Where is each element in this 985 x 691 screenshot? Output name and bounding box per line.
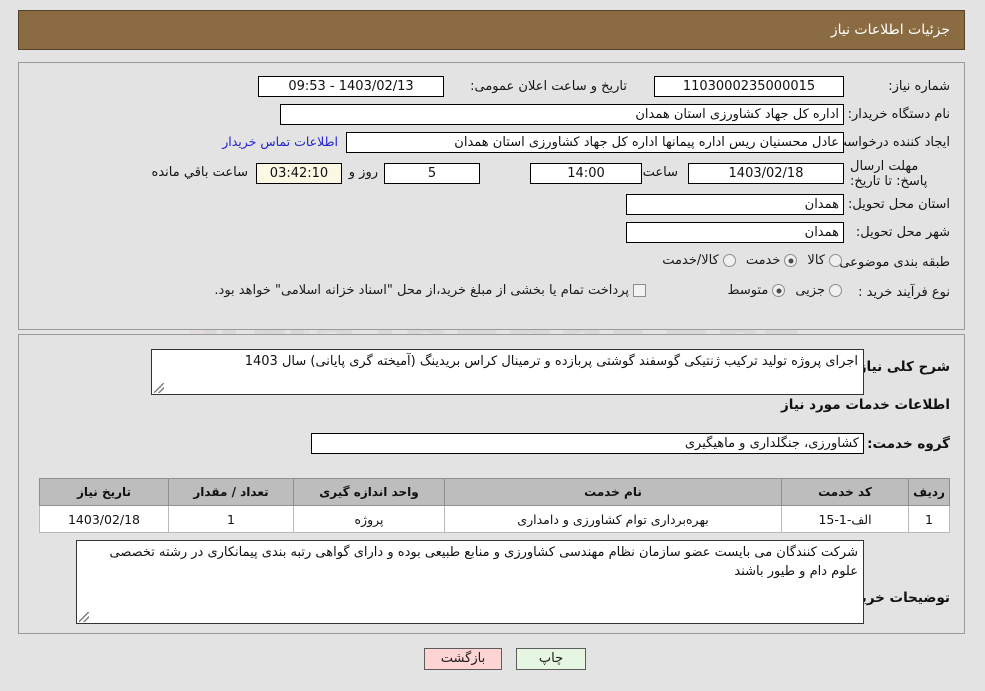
radio-process-0[interactable] — [829, 284, 842, 297]
col-header-name: نام خدمت — [444, 478, 782, 506]
page-header: جزئیات اطلاعات نیاز — [18, 10, 965, 50]
radio-category-0[interactable] — [829, 254, 842, 267]
need-number-value: 1103000235000015 — [654, 76, 844, 97]
services-panel: شرح کلی نیاز: اجرای پروژه تولید ترکیب ژن… — [18, 334, 965, 634]
days-separator-label: روز و — [348, 165, 378, 180]
radio-category-0-label: کالا — [807, 253, 825, 268]
cell-date: 1403/02/18 — [39, 505, 169, 533]
radio-category-2-label: کالا/خدمت — [662, 253, 719, 268]
need-info-panel: شماره نیاز: 1103000235000015 تاریخ و ساع… — [18, 62, 965, 330]
buyer-org-value: اداره کل جهاد کشاورزی استان همدان — [280, 104, 844, 125]
summary-textarea[interactable]: اجرای پروژه تولید ترکیب ژنتیکی گوسفند گو… — [151, 349, 864, 395]
summary-label: شرح کلی نیاز: — [853, 359, 950, 375]
remaining-time-label: ساعت باقي مانده — [151, 165, 248, 180]
category-label: طبقه بندی موضوعی: — [834, 255, 950, 270]
days-remaining: 5 — [384, 163, 480, 184]
treasury-text: پرداخت تمام یا بخشی از مبلغ خرید،از محل … — [214, 283, 629, 298]
service-group-value: کشاورزی، جنگلداری و ماهیگیری — [311, 433, 864, 454]
resize-grip-icon[interactable] — [154, 383, 164, 393]
time-label: ساعت — [642, 165, 678, 180]
countdown-timer: 03:42:10 — [256, 163, 342, 184]
deadline-label: مهلت ارسال پاسخ: تا تاریخ: — [850, 159, 928, 189]
resize-grip-icon-notes[interactable] — [79, 612, 89, 622]
radio-category-1[interactable] — [784, 254, 798, 267]
process-label: نوع فرآیند خرید : — [858, 285, 950, 300]
print-button[interactable]: چاپ — [516, 648, 586, 670]
cell-index: 1 — [908, 505, 950, 533]
cell-unit: پروژه — [293, 505, 445, 533]
radio-process-1[interactable] — [772, 284, 786, 297]
summary-text: اجرای پروژه تولید ترکیب ژنتیکی گوسفند گو… — [244, 354, 858, 369]
cell-qty: 1 — [168, 505, 294, 533]
cell-code: الف-1-15 — [781, 505, 909, 533]
table-row: 1 الف-1-15 بهره‌برداری توام کشاورزی و دا… — [39, 505, 950, 533]
treasury-checkbox[interactable] — [633, 284, 646, 297]
buyer-notes-textarea[interactable]: شرکت کنندگان می بایست عضو سازمان نظام مه… — [76, 540, 864, 624]
need-number-label: شماره نیاز: — [888, 79, 950, 94]
province-value: همدان — [626, 194, 844, 215]
back-button[interactable]: بازگشت — [424, 648, 502, 670]
col-header-date: تاریخ نیاز — [39, 478, 169, 506]
col-header-unit: واحد اندازه گیری — [293, 478, 445, 506]
city-label: شهر محل تحویل: — [855, 225, 950, 240]
radio-category-1-label: خدمت — [745, 253, 781, 268]
category-radio-group: کالا خدمت کالا/خدمت — [652, 253, 842, 268]
page-title: جزئیات اطلاعات نیاز — [830, 22, 950, 38]
service-group-label: گروه خدمت: — [867, 436, 950, 452]
creator-value: عادل محسنیان ریس اداره پیمانها اداره کل … — [346, 132, 844, 153]
creator-label: ایجاد کننده درخواست: — [830, 135, 950, 150]
services-table: ردیف کد خدمت نام خدمت واحد اندازه گیری ت… — [39, 478, 950, 533]
services-heading: اطلاعات خدمات مورد نیاز — [780, 397, 950, 413]
buyer-notes-text: شرکت کنندگان می بایست عضو سازمان نظام مه… — [109, 545, 858, 579]
cell-name: بهره‌برداری توام کشاورزی و دامداری — [444, 505, 782, 533]
time-value: 14:00 — [530, 163, 642, 184]
col-header-code: کد خدمت — [781, 478, 909, 506]
treasury-note: پرداخت تمام یا بخشی از مبلغ خرید،از محل … — [204, 283, 646, 298]
deadline-date: 1403/02/18 — [688, 163, 844, 184]
announce-label: تاریخ و ساعت اعلان عمومی: — [470, 79, 627, 94]
province-label: استان محل تحویل: — [848, 197, 950, 212]
announce-value: 1403/02/13 - 09:53 — [258, 76, 444, 97]
buyer-org-label: نام دستگاه خریدار: — [847, 107, 950, 122]
process-radio-group: جزیی متوسط — [717, 283, 842, 298]
city-value: همدان — [626, 222, 844, 243]
radio-process-1-label: متوسط — [727, 283, 769, 298]
buyer-contact-link[interactable]: اطلاعات تماس خریدار — [222, 134, 338, 149]
col-header-qty: تعداد / مقدار — [168, 478, 294, 506]
radio-category-2[interactable] — [722, 254, 736, 267]
col-header-index: ردیف — [908, 478, 950, 506]
radio-process-0-label: جزیی — [795, 283, 825, 298]
table-header-row: ردیف کد خدمت نام خدمت واحد اندازه گیری ت… — [39, 478, 950, 506]
